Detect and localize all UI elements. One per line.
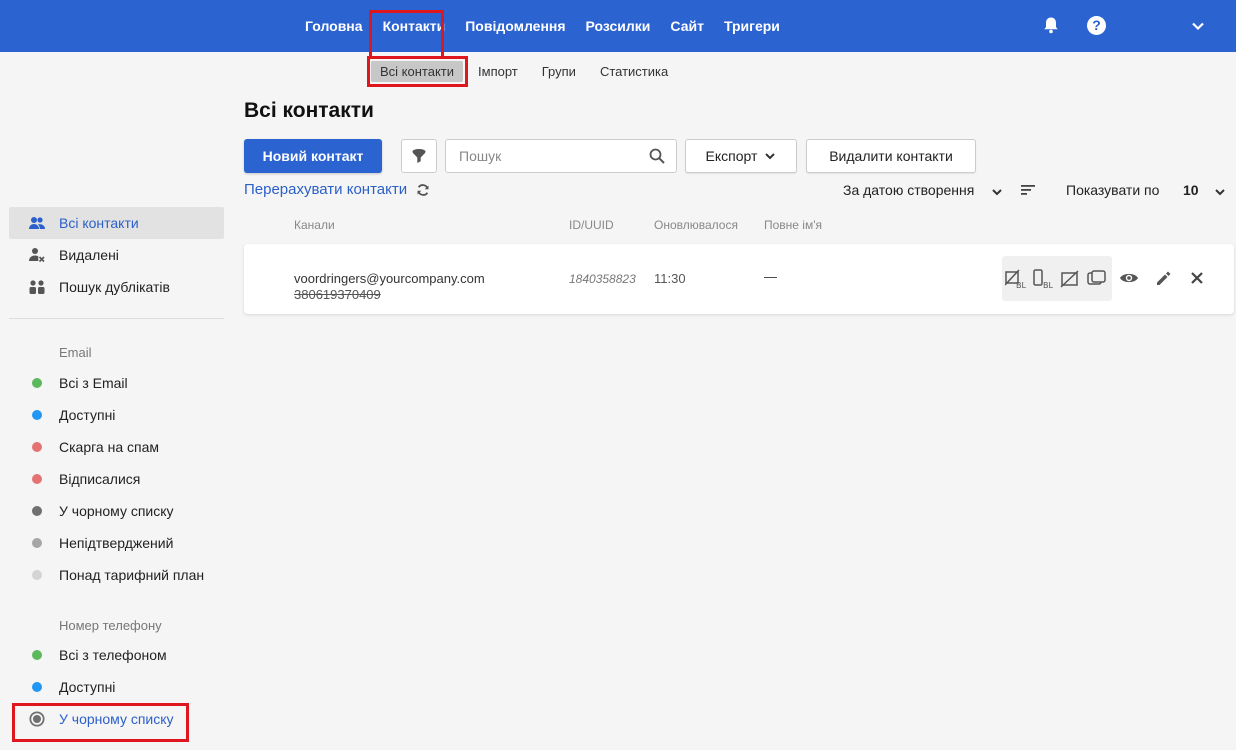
- status-dot: [32, 538, 42, 548]
- export-label: Експорт: [705, 148, 758, 164]
- nav-messages[interactable]: Повідомлення: [455, 0, 575, 52]
- sidebar-item-email-spam[interactable]: Скарга на спам: [9, 431, 224, 463]
- sidebar-item-label: Всі з телефоном: [59, 647, 167, 663]
- sidebar-item-label: Всі контакти: [59, 215, 139, 231]
- users-icon: [29, 215, 45, 231]
- chat-icon[interactable]: [1085, 267, 1109, 291]
- sidebar-item-email-all[interactable]: Всі з Email: [9, 367, 224, 399]
- sidebar-item-label: Відписалися: [59, 471, 141, 487]
- sidebar-item-label: Всі з Email: [59, 375, 128, 391]
- status-dot: [32, 506, 42, 516]
- recount-label: Перерахувати контакти: [244, 181, 408, 198]
- recount-link[interactable]: Перерахувати контакти: [244, 181, 430, 198]
- sidebar-item-label: Скарга на спам: [59, 439, 159, 455]
- sidebar-item-email-unconfirmed[interactable]: Непідтверджений: [9, 527, 224, 559]
- duplicate-users-icon: [29, 279, 45, 295]
- svg-text:BL: BL: [1043, 281, 1053, 289]
- sidebar-item-email-unsubscribed[interactable]: Відписалися: [9, 463, 224, 495]
- help-icon[interactable]: ?: [1087, 16, 1106, 35]
- sidebar-item-label: Понад тарифний план: [59, 567, 205, 583]
- sidebar-item-label: Видалені: [59, 247, 119, 263]
- column-header-fullname: Повне ім'я: [764, 218, 823, 232]
- contact-phone: 380619370409: [294, 287, 381, 302]
- view-icon[interactable]: [1118, 267, 1140, 289]
- nav-triggers[interactable]: Тригери: [714, 0, 790, 52]
- table-row[interactable]: voordringers@yourcompany.com 38061937040…: [244, 244, 1234, 314]
- sidebar-divider: [9, 318, 224, 319]
- status-dot: [32, 474, 42, 484]
- subnav-import[interactable]: Імпорт: [469, 61, 527, 82]
- sidebar-item-email-blacklist[interactable]: У чорному списку: [9, 495, 224, 527]
- contact-fullname: —: [764, 269, 777, 284]
- sidebar-item-duplicates[interactable]: Пошук дублікатів: [9, 271, 224, 303]
- export-button[interactable]: Експорт: [685, 139, 797, 173]
- sort-select[interactable]: За датою створення: [843, 182, 974, 198]
- search-field: [445, 139, 677, 173]
- search-input[interactable]: [459, 148, 639, 164]
- sidebar-item-email-over-plan[interactable]: Понад тарифний план: [9, 559, 224, 591]
- status-dot: [32, 378, 42, 388]
- user-remove-icon: [29, 247, 45, 263]
- chevron-down-icon[interactable]: [991, 186, 1003, 198]
- bell-icon[interactable]: [1042, 16, 1060, 34]
- status-dot: [32, 442, 42, 452]
- sidebar-item-phone-available[interactable]: Доступні: [9, 671, 224, 703]
- nav-campaigns[interactable]: Розсилки: [576, 0, 661, 52]
- status-dot: [32, 650, 42, 660]
- nav-site[interactable]: Сайт: [660, 0, 714, 52]
- sidebar-item-label: Пошук дублікатів: [59, 279, 170, 295]
- delete-icon[interactable]: [1186, 267, 1208, 289]
- sidebar-item-label: Непідтверджений: [59, 535, 174, 551]
- column-header-id: ID/UUID: [569, 218, 614, 232]
- chevron-down-icon: [765, 153, 776, 160]
- svg-text:BL: BL: [1016, 281, 1026, 289]
- sidebar-heading-email: Email: [59, 345, 92, 360]
- sidebar-item-phone-all[interactable]: Всі з телефоном: [9, 639, 224, 671]
- highlight-subnav-all-contacts: [367, 56, 468, 87]
- filter-button[interactable]: [401, 139, 437, 173]
- contact-id: 1840358823: [569, 272, 636, 286]
- subnav-groups[interactable]: Групи: [533, 61, 585, 82]
- page-size-select[interactable]: 10: [1183, 182, 1199, 198]
- sidebar-item-label: У чорному списку: [59, 503, 174, 519]
- sidebar-item-all-contacts[interactable]: Всі контакти: [9, 207, 224, 239]
- contact-updated: 11:30: [654, 271, 686, 286]
- column-header-updated: Оновлювалося: [654, 218, 738, 232]
- new-contact-button[interactable]: Новий контакт: [244, 139, 382, 173]
- edit-icon[interactable]: [1152, 267, 1174, 289]
- page-title: Всі контакти: [244, 99, 374, 122]
- nav-home[interactable]: Головна: [295, 0, 373, 52]
- sidebar-item-label: Доступні: [59, 679, 116, 695]
- contact-email: voordringers@yourcompany.com: [294, 271, 485, 286]
- email-blacklist-icon[interactable]: BL: [1005, 267, 1029, 291]
- status-dot: [32, 682, 42, 692]
- radio-selected-icon: [29, 711, 45, 727]
- subnav-statistics[interactable]: Статистика: [591, 61, 677, 82]
- sort-label: За датою створення: [843, 182, 975, 198]
- filter-icon: [412, 149, 426, 163]
- sidebar-item-label: Доступні: [59, 407, 116, 423]
- sidebar-item-email-available[interactable]: Доступні: [9, 399, 224, 431]
- top-navbar: Головна Контакти Повідомлення Розсилки С…: [0, 0, 1236, 52]
- sidebar-heading-phone: Номер телефону: [59, 618, 162, 633]
- chevron-down-icon[interactable]: [1214, 186, 1226, 198]
- email-disabled-icon[interactable]: [1058, 267, 1082, 291]
- chevron-down-icon[interactable]: [1191, 19, 1205, 33]
- delete-contacts-button[interactable]: Видалити контакти: [806, 139, 976, 173]
- sidebar-item-deleted[interactable]: Видалені: [9, 239, 224, 271]
- status-dot: [32, 410, 42, 420]
- refresh-icon: [417, 183, 429, 196]
- status-dot: [32, 570, 42, 580]
- sort-order-icon[interactable]: [1020, 183, 1036, 197]
- phone-blacklist-icon[interactable]: BL: [1032, 267, 1056, 291]
- highlight-nav-contacts: [369, 10, 444, 59]
- page-size-label: Показувати по: [1066, 182, 1160, 198]
- sidebar-item-label: У чорному списку: [59, 711, 174, 727]
- row-channel-actions: BL BL: [1002, 256, 1112, 301]
- column-header-channels: Канали: [294, 218, 335, 232]
- sidebar-item-phone-blacklist[interactable]: У чорному списку: [9, 703, 224, 735]
- search-icon[interactable]: [649, 148, 665, 164]
